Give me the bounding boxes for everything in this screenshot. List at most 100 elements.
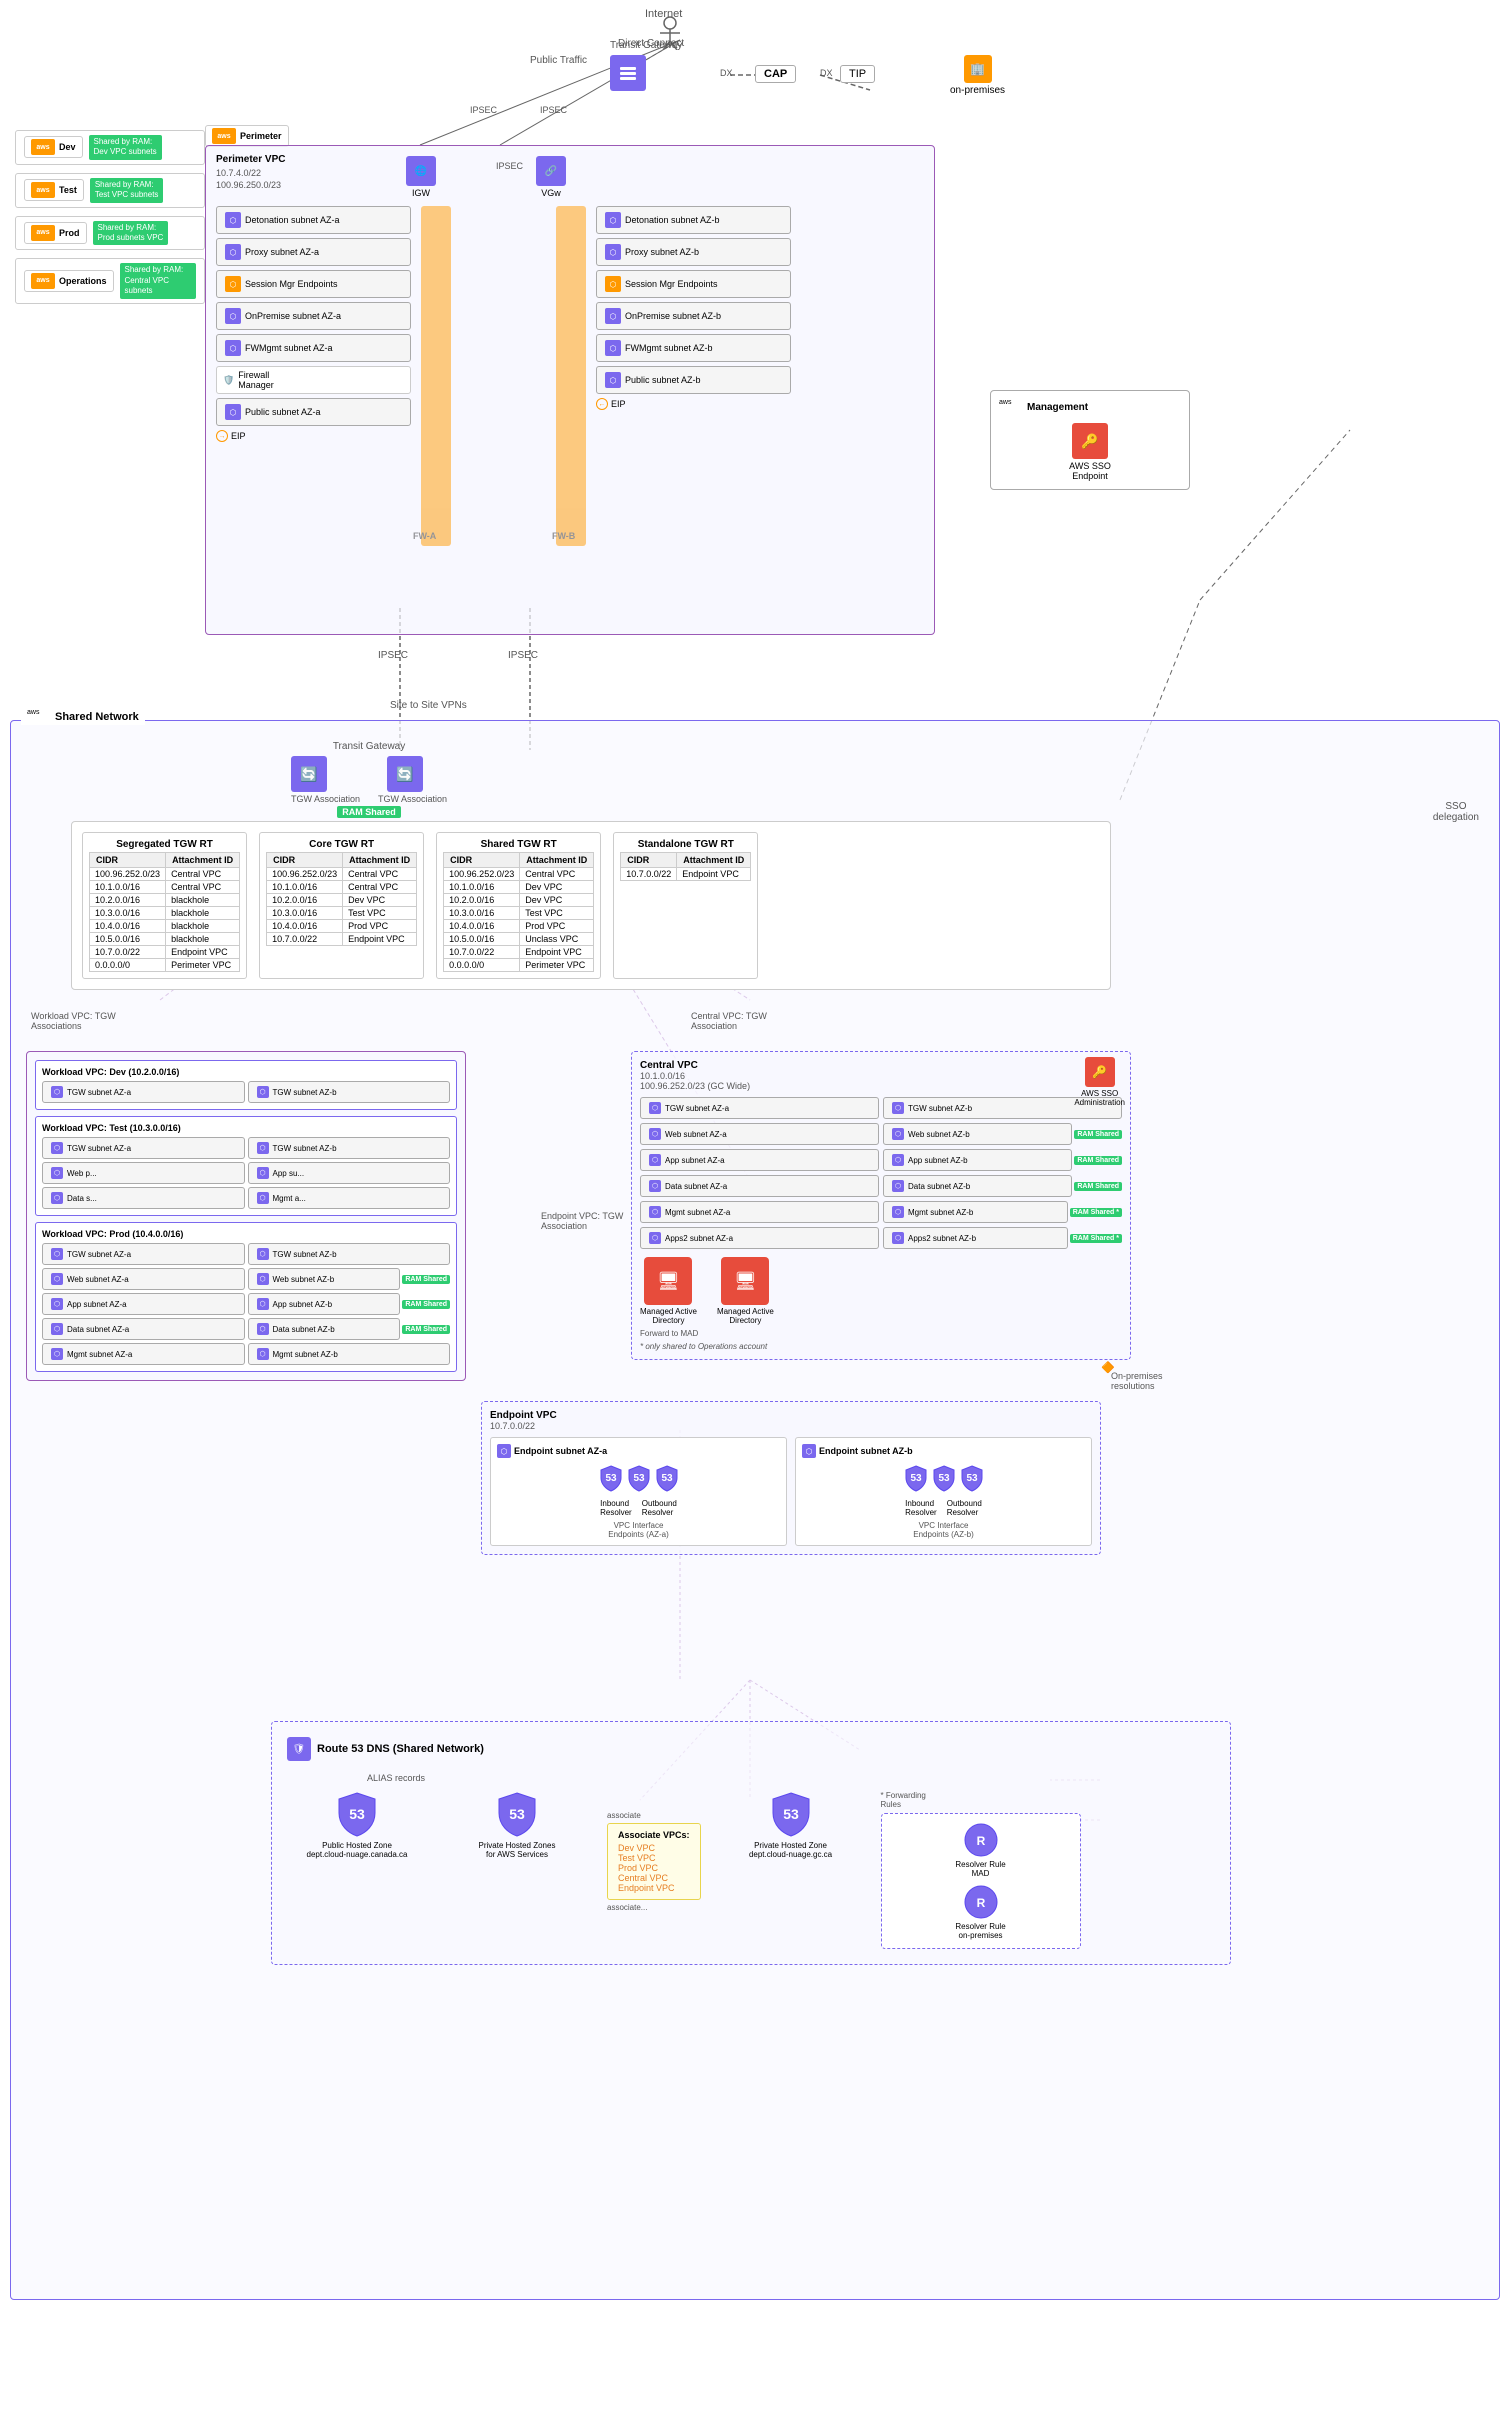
table-row: 10.4.0.0/16blackhole bbox=[90, 920, 240, 933]
forward-to-mad: Forward to MAD bbox=[640, 1329, 1122, 1338]
prod-tgw-az-a: ⬡TGW subnet AZ-a bbox=[42, 1243, 245, 1265]
prod-web-b: ⬡Web subnet AZ-b bbox=[248, 1268, 401, 1290]
on-prem-resolutions: On-premisesresolutions bbox=[1111, 1371, 1163, 1391]
endpoint-subnets-grid: ⬡ Endpoint subnet AZ-a 53 53 53 bbox=[490, 1437, 1092, 1546]
aws-logo-dev: aws bbox=[31, 139, 55, 155]
assoc-endpoint: Endpoint VPC bbox=[618, 1883, 690, 1893]
endpoint-az-b-shield2: 53 bbox=[932, 1464, 956, 1495]
eip-icon-az-a: → bbox=[216, 430, 228, 442]
test-tgw-az-a-icon: ⬡ bbox=[51, 1142, 63, 1154]
shield-svg-3: 53 bbox=[655, 1464, 679, 1492]
detonation-az-a-label: Detonation subnet AZ-a bbox=[245, 215, 340, 225]
public-az-a-icon: ⬡ bbox=[225, 404, 241, 420]
test-app-a: ⬡App su... bbox=[248, 1162, 451, 1184]
aws-sso-label: AWS SSOEndpoint bbox=[999, 461, 1181, 481]
fwmgmt-az-a: ⬡ FWMgmt subnet AZ-a bbox=[216, 334, 411, 362]
fwmgmt-az-b-icon: ⬡ bbox=[605, 340, 621, 356]
fwmgmt-az-b-label: FWMgmt subnet AZ-b bbox=[625, 343, 713, 353]
tgw-rt-tables-row: Segregated TGW RT CIDRAttachment ID 100.… bbox=[82, 832, 1100, 979]
account-operations: aws Operations Shared by RAM:Central VPC… bbox=[15, 258, 205, 303]
tgw-icon-right: 🔄 bbox=[387, 756, 423, 792]
mgmt-label: Management bbox=[1027, 402, 1088, 413]
segregated-rt-table: CIDRAttachment ID 100.96.252.0/23Central… bbox=[89, 852, 240, 972]
igw-label: IGW bbox=[406, 188, 436, 198]
prod-mgmt-b-icon: ⬡ bbox=[257, 1348, 269, 1360]
alias-records-label: ALIAS records bbox=[367, 1773, 1215, 1783]
only-shared-note: * only shared to Operations account bbox=[640, 1342, 1122, 1351]
forwarding-rules-area: * ForwardingRules R Resolver RuleMAD bbox=[881, 1791, 1081, 1949]
central-tgw-az-a-icon: ⬡ bbox=[649, 1102, 661, 1114]
resolver-mad-icon: R bbox=[963, 1822, 999, 1858]
public-hz-shield: 53 bbox=[337, 1791, 377, 1837]
svg-text:53: 53 bbox=[605, 1473, 617, 1484]
svg-text:53: 53 bbox=[661, 1473, 673, 1484]
prod-data-a-icon: ⬡ bbox=[51, 1323, 63, 1335]
core-rt-title: Core TGW RT bbox=[266, 839, 417, 850]
endpoint-az-a-inbound: InboundResolver bbox=[600, 1499, 632, 1517]
table-row: 10.7.0.0/22Endpoint VPC bbox=[267, 933, 417, 946]
prod-app-b: ⬡App subnet AZ-b bbox=[248, 1293, 401, 1315]
ops-ram-badge: Shared by RAM:Central VPC subnets bbox=[120, 263, 196, 298]
endpoint-az-b-resolver-labels: InboundResolver OutboundResolver bbox=[802, 1499, 1085, 1517]
shared-network-header: aws Shared Network bbox=[21, 709, 145, 725]
standalone-rt: Standalone TGW RT CIDRAttachment ID 10.7… bbox=[613, 832, 758, 979]
eip-az-a: → EIP bbox=[216, 430, 411, 442]
test-web-a-icon: ⬡ bbox=[51, 1167, 63, 1179]
onpremise-az-a-icon: ⬡ bbox=[225, 308, 241, 324]
detonation-az-b-icon: ⬡ bbox=[605, 212, 621, 228]
fw-a-bar: FW-A bbox=[421, 206, 451, 546]
dx-label1: DX bbox=[720, 68, 733, 78]
direct-connect-icon bbox=[610, 55, 646, 91]
table-row: 10.1.0.0/16Central VPC bbox=[90, 881, 240, 894]
tgw-icon-left-img: 🔄 bbox=[291, 756, 327, 792]
aws-logo-test: aws bbox=[31, 182, 55, 198]
aws-logo-prod: aws bbox=[31, 225, 55, 241]
shared-h1: CIDR bbox=[444, 853, 520, 868]
mad-section: 🖥 Managed ActiveDirectory 🖥 Managed Acti… bbox=[640, 1257, 1122, 1325]
test-ram-badge: Shared by RAM:Test VPC subnets bbox=[90, 178, 164, 203]
table-row: 10.3.0.0/16blackhole bbox=[90, 907, 240, 920]
onpremise-az-a: ⬡ OnPremise subnet AZ-a bbox=[216, 302, 411, 330]
prod-mgmt-a-icon: ⬡ bbox=[51, 1348, 63, 1360]
cap-box: CAP bbox=[755, 65, 796, 83]
central-tgw-az-a: ⬡TGW subnet AZ-a bbox=[640, 1097, 879, 1119]
detonation-az-a: ⬡ Detonation subnet AZ-a bbox=[216, 206, 411, 234]
tgw-rt-tables-box: Segregated TGW RT CIDRAttachment ID 100.… bbox=[71, 821, 1111, 990]
shr-r5c1: 10.4.0.0/16 bbox=[444, 920, 520, 933]
prod-app-a-icon: ⬡ bbox=[51, 1298, 63, 1310]
workload-tgw-assoc-label: Workload VPC: TGWAssociations bbox=[31, 1011, 116, 1031]
perimeter-vpc-title: Perimeter VPC bbox=[216, 154, 285, 165]
shr-r4c2: Test VPC bbox=[520, 907, 594, 920]
detonation-az-b-label: Detonation subnet AZ-b bbox=[625, 215, 720, 225]
mad-az-a: 🖥 Managed ActiveDirectory bbox=[640, 1257, 697, 1325]
central-mgmt-az-b: ⬡Mgmt subnet AZ-b bbox=[883, 1201, 1068, 1223]
tgw-ram-badge-area: RAM Shared bbox=[291, 806, 447, 818]
prod-app-b-icon: ⬡ bbox=[257, 1298, 269, 1310]
aws-badge-dev: aws Dev bbox=[24, 136, 83, 158]
central-data-az-b-row: ⬡Data subnet AZ-b RAM Shared bbox=[883, 1175, 1122, 1197]
igw-icon: 🌐 bbox=[406, 156, 436, 186]
shield-svg-6: 53 bbox=[960, 1464, 984, 1492]
aws-sso-icon: 🔑 bbox=[1072, 423, 1108, 459]
site-to-site-label: Site to Site VPNs bbox=[390, 700, 467, 711]
central-vpc-title: Central VPC bbox=[640, 1060, 1122, 1071]
core-r4c1: 10.3.0.0/16 bbox=[267, 907, 343, 920]
endpoint-az-b-header: ⬡ Endpoint subnet AZ-b bbox=[802, 1444, 1085, 1458]
aws-badge-test: aws Test bbox=[24, 179, 84, 201]
onpremise-az-b-icon: ⬡ bbox=[605, 308, 621, 324]
test-app-a-icon: ⬡ bbox=[257, 1167, 269, 1179]
central-apps2-az-a: ⬡Apps2 subnet AZ-a bbox=[640, 1227, 879, 1249]
proxy-az-b: ⬡ Proxy subnet AZ-b bbox=[596, 238, 791, 266]
session-mgr-az-b-icon: ⬡ bbox=[605, 276, 621, 292]
public-az-a-label: Public subnet AZ-a bbox=[245, 407, 321, 417]
table-row: 10.2.0.0/16Dev VPC bbox=[444, 894, 594, 907]
proxy-az-a-label: Proxy subnet AZ-a bbox=[245, 247, 319, 257]
central-app-az-b-ram: RAM Shared bbox=[1074, 1156, 1122, 1165]
core-r6c2: Endpoint VPC bbox=[343, 933, 417, 946]
seg-r5c2: blackhole bbox=[166, 920, 240, 933]
resolver-rule-mad-area: R Resolver RuleMAD bbox=[890, 1822, 1072, 1878]
shr-r3c2: Dev VPC bbox=[520, 894, 594, 907]
prod-web-a: ⬡Web subnet AZ-a bbox=[42, 1268, 245, 1290]
dev-tgw-az-a-icon: ⬡ bbox=[51, 1086, 63, 1098]
vpc-interface-endpoints-az-a: VPC InterfaceEndpoints (AZ-a) bbox=[497, 1521, 780, 1539]
